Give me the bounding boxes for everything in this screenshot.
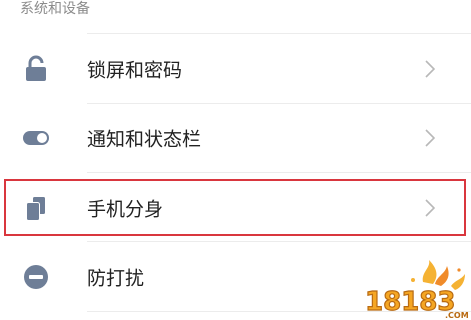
settings-item-label: 通知和状态栏 (87, 128, 202, 151)
divider (87, 241, 471, 242)
chevron-right-icon (425, 129, 436, 147)
settings-item-notifications[interactable]: 通知和状态栏 (0, 104, 471, 172)
do-not-disturb-icon (22, 263, 50, 291)
watermark-suffix: .COM (445, 311, 469, 320)
settings-screen: 系统和设备 锁屏和密码 通知和状态栏 手机分身 防打扰 18183 .COM (0, 0, 471, 320)
settings-item-label: 锁屏和密码 (87, 59, 183, 82)
settings-item-label: 防打扰 (87, 267, 145, 290)
watermark-logo: 18183 .COM (361, 258, 471, 320)
watermark-text: 18183 (365, 287, 455, 317)
chevron-right-icon (425, 60, 436, 78)
divider (87, 33, 471, 34)
toggle-icon (22, 124, 50, 152)
second-space-icon (22, 194, 50, 222)
settings-item-label: 手机分身 (87, 198, 164, 221)
lock-icon (22, 55, 50, 83)
section-header: 系统和设备 (20, 1, 90, 17)
chevron-right-icon (425, 199, 436, 217)
settings-item-lock-screen[interactable]: 锁屏和密码 (0, 35, 471, 103)
settings-item-second-space[interactable]: 手机分身 (0, 174, 471, 242)
divider (87, 172, 471, 173)
